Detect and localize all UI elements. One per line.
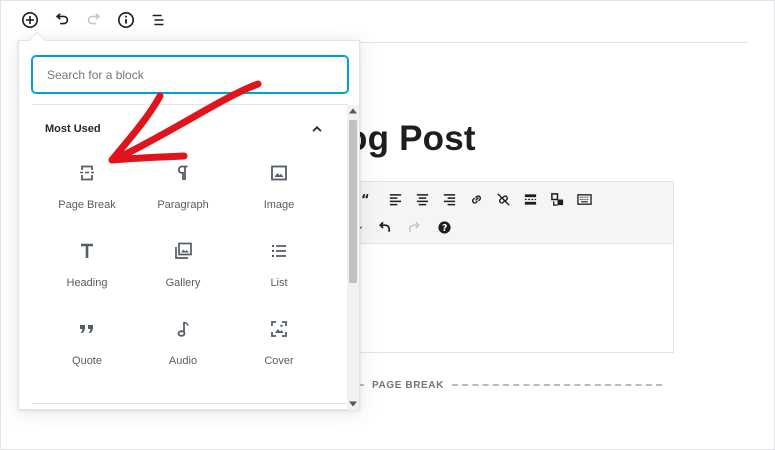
remove-link-button[interactable] bbox=[494, 190, 512, 208]
block-label: Image bbox=[263, 199, 295, 211]
align-left-button[interactable] bbox=[386, 190, 404, 208]
block-list: Page Break Paragraph Image Heading Galle… bbox=[39, 153, 327, 387]
outline-icon bbox=[152, 14, 164, 26]
svg-text:“: “ bbox=[361, 193, 370, 207]
undo-icon bbox=[55, 13, 69, 25]
svg-text:?: ? bbox=[441, 223, 446, 234]
scroll-thumb[interactable] bbox=[349, 120, 357, 283]
align-left-icon bbox=[389, 193, 401, 205]
info-button[interactable] bbox=[114, 8, 138, 32]
read-more-icon bbox=[524, 193, 536, 205]
quote-icon bbox=[75, 317, 99, 341]
align-right-icon bbox=[443, 193, 455, 205]
block-label: Audio bbox=[168, 355, 198, 367]
align-right-button[interactable] bbox=[440, 190, 458, 208]
block-page-break[interactable]: Page Break bbox=[39, 153, 135, 231]
keyboard-shortcuts-button[interactable] bbox=[575, 190, 593, 208]
link-icon bbox=[471, 194, 481, 204]
header-divider bbox=[350, 42, 748, 43]
block-label: Page Break bbox=[58, 199, 116, 211]
align-center-icon bbox=[416, 193, 428, 205]
block-label: Quote bbox=[72, 355, 102, 367]
page-break-label: PAGE BREAK bbox=[372, 379, 444, 391]
block-heading[interactable]: Heading bbox=[39, 231, 135, 309]
list-icon bbox=[267, 239, 291, 263]
toolbar-toggle-button[interactable] bbox=[548, 190, 566, 208]
help-button[interactable]: ? bbox=[435, 218, 453, 236]
image-icon bbox=[267, 161, 291, 185]
kitchen-sink-icon bbox=[550, 192, 563, 206]
block-inserter-popover: Most Used Page Break Paragraph Image bbox=[18, 40, 360, 410]
page-break-icon bbox=[75, 161, 99, 185]
block-gallery[interactable]: Gallery bbox=[135, 231, 231, 309]
align-center-button[interactable] bbox=[413, 190, 431, 208]
read-more-button[interactable] bbox=[521, 190, 539, 208]
block-label: List bbox=[270, 277, 288, 289]
heading-icon bbox=[75, 239, 99, 263]
block-paragraph[interactable]: Paragraph bbox=[135, 153, 231, 231]
redo-icon bbox=[408, 221, 420, 232]
block-cover[interactable]: Cover bbox=[231, 309, 327, 387]
block-quote[interactable]: Quote bbox=[39, 309, 135, 387]
block-search-box[interactable] bbox=[32, 56, 348, 93]
block-label: Cover bbox=[264, 355, 294, 367]
scroll-up-arrow[interactable] bbox=[347, 105, 359, 117]
insert-link-button[interactable] bbox=[467, 190, 485, 208]
unlink-icon bbox=[496, 192, 510, 206]
info-icon bbox=[117, 11, 135, 29]
block-audio[interactable]: Audio bbox=[135, 309, 231, 387]
gallery-icon bbox=[171, 239, 195, 263]
cover-icon bbox=[267, 317, 291, 341]
paragraph-icon bbox=[171, 161, 195, 185]
editor-toolbar bbox=[18, 6, 170, 34]
audio-icon bbox=[171, 317, 195, 341]
page-break-dash-right bbox=[451, 384, 662, 386]
page-break-separator[interactable]: PAGE BREAK bbox=[352, 378, 662, 392]
block-label: Paragraph bbox=[157, 199, 209, 211]
blockquote-icon: “ bbox=[361, 193, 370, 207]
most-used-panel-header[interactable]: Most Used bbox=[45, 121, 325, 137]
classic-redo-button[interactable] bbox=[405, 218, 423, 236]
inserter-scrollbar[interactable] bbox=[347, 105, 359, 410]
classic-undo-button[interactable] bbox=[375, 218, 393, 236]
classic-toolbar-row-2: ? bbox=[355, 218, 453, 236]
search-divider bbox=[32, 104, 348, 105]
classic-toolbar-row-1: “ bbox=[359, 190, 593, 208]
keyboard-icon bbox=[576, 193, 592, 205]
undo-button[interactable] bbox=[50, 8, 74, 32]
classic-toolbar: “ ? bbox=[341, 182, 673, 244]
add-block-button[interactable] bbox=[18, 8, 42, 32]
block-label: Gallery bbox=[165, 277, 201, 289]
blockquote-button[interactable]: “ bbox=[359, 190, 377, 208]
chevron-up-icon[interactable] bbox=[309, 121, 325, 137]
panel-title: Most Used bbox=[45, 123, 101, 135]
post-title[interactable]: og Post bbox=[346, 117, 476, 161]
block-list[interactable]: List bbox=[231, 231, 327, 309]
block-image[interactable]: Image bbox=[231, 153, 327, 231]
help-icon: ? bbox=[437, 220, 451, 234]
scroll-down-arrow[interactable] bbox=[347, 398, 359, 410]
redo-icon bbox=[87, 13, 101, 25]
plus-circle-icon bbox=[21, 11, 39, 29]
undo-icon bbox=[378, 221, 390, 232]
block-label: Heading bbox=[66, 277, 108, 289]
classic-editor-block[interactable]: “ ? bbox=[340, 181, 674, 353]
block-navigation-button[interactable] bbox=[146, 8, 170, 32]
redo-button[interactable] bbox=[82, 8, 106, 32]
block-search-input[interactable] bbox=[47, 67, 333, 82]
panel-bottom-divider bbox=[32, 403, 348, 404]
